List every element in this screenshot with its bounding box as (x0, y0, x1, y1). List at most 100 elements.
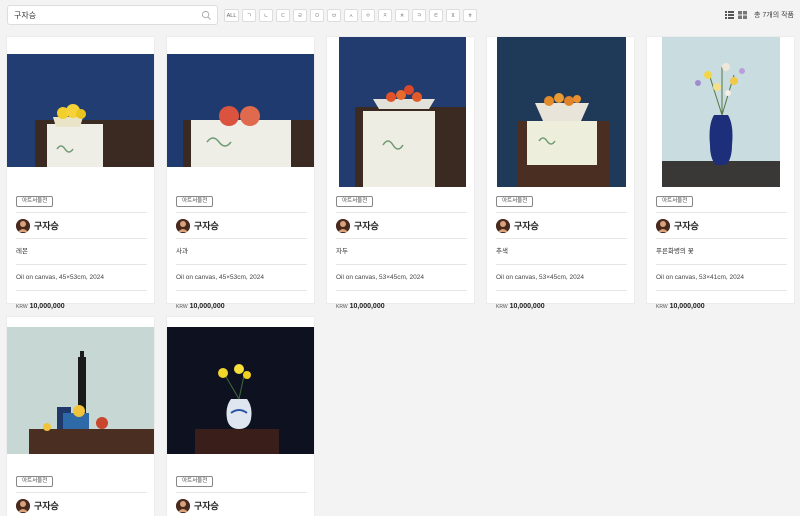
filter-chip[interactable]: ㅇ (361, 9, 375, 22)
artwork-image[interactable] (7, 37, 154, 187)
filter-chip[interactable]: ㄹ (293, 9, 307, 22)
divider (496, 290, 627, 291)
divider (176, 212, 307, 213)
avatar (176, 498, 190, 513)
artwork-info: 아트서울전 구자승 (16, 469, 147, 516)
price-currency: KRW (496, 304, 508, 310)
artwork-card[interactable]: 아트서울전 구자승 레몬 Oil on canvas, 45×53cm, 202… (6, 36, 155, 310)
artist-row[interactable]: 구자승 (336, 218, 467, 233)
artist-row[interactable]: 구자승 (176, 498, 307, 513)
artwork-price: KRW 10,000,000 (16, 297, 147, 311)
divider (336, 264, 467, 265)
artwork-info: 아트서울전 구자승 사과 Oil on canvas, 45×53cm, 202… (176, 189, 307, 311)
artwork-medium: Oil on canvas, 53×45cm, 2024 (336, 274, 424, 281)
artwork-title[interactable]: 푸른화병의 꽃 (656, 245, 787, 259)
artist-name: 구자승 (34, 501, 59, 511)
artwork-image[interactable] (327, 37, 474, 187)
divider (496, 264, 627, 265)
artwork-title[interactable]: 사과 (176, 245, 307, 259)
artist-name: 구자승 (514, 221, 539, 231)
divider (16, 238, 147, 239)
artwork-medium: Oil on canvas, 53×41cm, 2024 (656, 274, 744, 281)
artwork-info: 아트서울전 구자승 추색 Oil on canvas, 53×45cm, 202… (496, 189, 627, 311)
artist-name: 구자승 (194, 501, 219, 511)
artwork-title[interactable]: 자두 (336, 245, 467, 259)
filter-chip[interactable]: ㅅ (344, 9, 358, 22)
filter-chip[interactable]: ㅋ (412, 9, 426, 22)
artwork-medium: Oil on canvas, 53×45cm, 2024 (496, 274, 584, 281)
divider (336, 290, 467, 291)
artwork-medium: Oil on canvas, 45×53cm, 2024 (16, 274, 104, 281)
divider (176, 264, 307, 265)
artwork-card[interactable]: 아트서울전 구자승 자두 Oil on canvas, 53×45cm, 202… (326, 36, 475, 310)
artist-row[interactable]: 구자승 (656, 218, 787, 233)
filter-chip[interactable]: ㅎ (463, 9, 477, 22)
exhibition-badge[interactable]: 아트서울전 (176, 476, 214, 487)
filter-chip[interactable]: ㅍ (446, 9, 460, 22)
artist-name: 구자승 (674, 221, 699, 231)
divider (656, 212, 787, 213)
artwork-title[interactable]: 추색 (496, 245, 627, 259)
artwork-card[interactable]: 아트서울전 구자승 추색 Oil on canvas, 53×45cm, 202… (486, 36, 635, 310)
artist-row[interactable]: 구자승 (16, 498, 147, 513)
filter-chip[interactable]: ㅌ (429, 9, 443, 22)
artwork-price: KRW 10,000,000 (176, 297, 307, 311)
avatar (176, 218, 190, 233)
avatar (336, 218, 350, 233)
divider (176, 492, 307, 493)
filter-chip[interactable]: ㄴ (259, 9, 273, 22)
avatar (656, 218, 670, 233)
divider (16, 212, 147, 213)
avatar (16, 218, 30, 233)
filter-chip[interactable]: ㅊ (395, 9, 409, 22)
exhibition-badge[interactable]: 아트서울전 (176, 196, 214, 207)
exhibition-badge[interactable]: 아트서울전 (496, 196, 534, 207)
artwork-image[interactable] (7, 317, 154, 467)
artwork-price: KRW 10,000,000 (336, 297, 467, 311)
filter-chip-all[interactable]: ALL (224, 9, 239, 22)
divider (16, 264, 147, 265)
artwork-title[interactable]: 레몬 (16, 245, 147, 259)
result-count: 총 7개의 작품 (754, 12, 794, 19)
price-amount: 10,000,000 (189, 303, 225, 310)
filter-chip[interactable]: ㄱ (242, 9, 256, 22)
divider (176, 238, 307, 239)
artwork-info: 아트서울전 구자승 레몬 Oil on canvas, 45×53cm, 202… (16, 189, 147, 311)
artwork-card[interactable]: 아트서울전 구자승 (166, 316, 315, 516)
filter-chip[interactable]: ㅁ (310, 9, 324, 22)
divider (16, 492, 147, 493)
price-currency: KRW (176, 304, 188, 310)
search-icon[interactable] (201, 10, 212, 21)
artwork-image[interactable] (647, 37, 794, 187)
exhibition-badge[interactable]: 아트서울전 (656, 196, 694, 207)
divider (496, 238, 627, 239)
list-view-icon[interactable] (725, 11, 734, 19)
filter-chip[interactable]: ㅂ (327, 9, 341, 22)
artwork-image[interactable] (167, 37, 314, 187)
artwork-image[interactable] (487, 37, 634, 187)
divider (656, 290, 787, 291)
artwork-card[interactable]: 아트서울전 구자승 푸른화병의 꽃 Oil on canvas, 53×41cm… (646, 36, 795, 310)
filter-chip[interactable]: ㄷ (276, 9, 290, 22)
artwork-card[interactable]: 아트서울전 구자승 사과 Oil on canvas, 45×53cm, 202… (166, 36, 315, 310)
filter-chip[interactable]: ㅈ (378, 9, 392, 22)
price-currency: KRW (656, 304, 668, 310)
artist-row[interactable]: 구자승 (16, 218, 147, 233)
exhibition-badge[interactable]: 아트서울전 (16, 476, 54, 487)
artist-row[interactable]: 구자승 (496, 218, 627, 233)
price-currency: KRW (336, 304, 348, 310)
artist-name: 구자승 (34, 221, 59, 231)
search-input[interactable] (14, 9, 194, 22)
divider (176, 290, 307, 291)
artist-row[interactable]: 구자승 (176, 218, 307, 233)
divider (656, 238, 787, 239)
artwork-price: KRW 10,000,000 (656, 297, 787, 311)
exhibition-badge[interactable]: 아트서울전 (16, 196, 54, 207)
artist-name: 구자승 (354, 221, 379, 231)
artist-name: 구자승 (194, 221, 219, 231)
artwork-image[interactable] (167, 317, 314, 467)
grid-view-icon[interactable] (738, 11, 747, 19)
exhibition-badge[interactable]: 아트서울전 (336, 196, 374, 207)
price-amount: 10,000,000 (509, 303, 545, 310)
artwork-card[interactable]: 아트서울전 구자승 (6, 316, 155, 516)
